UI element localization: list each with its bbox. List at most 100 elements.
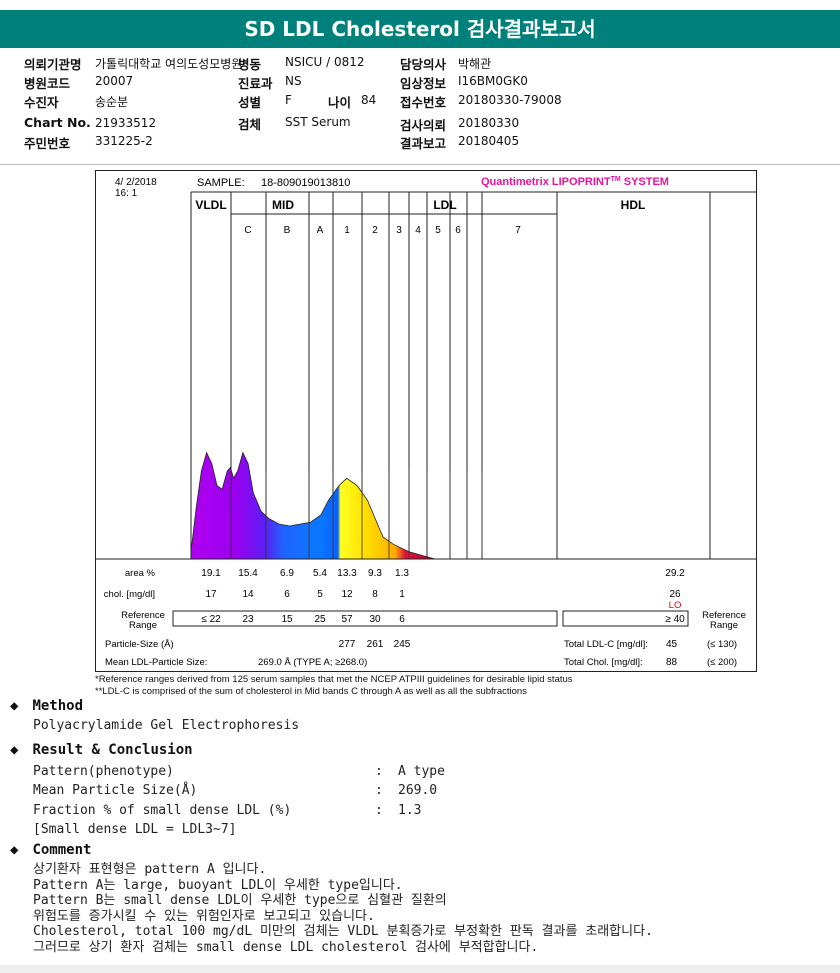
page-bottom-bar xyxy=(0,965,840,973)
result-label: Pattern(phenotype) xyxy=(33,764,174,779)
result-heading: ◆ Result & Conclusion xyxy=(10,742,193,758)
band-label: 5 xyxy=(435,225,441,236)
result-heading-text: Result & Conclusion xyxy=(32,742,193,758)
comment-line: 상기환자 표현형은 pattern A 입니다. xyxy=(33,862,267,877)
sample-label: SAMPLE: xyxy=(197,177,245,189)
mean-ldl-value: 269.0 Å (TYPE A; ≥268.0) xyxy=(258,657,367,668)
chol-value: 12 xyxy=(341,589,353,600)
chol-value: 1 xyxy=(399,589,405,600)
band-label: C xyxy=(244,225,251,236)
band-label: B xyxy=(284,225,291,236)
result-value: 269.0 xyxy=(398,783,438,798)
result-footnote: [Small dense LDL = LDL3~7] xyxy=(33,822,237,837)
band-label: 2 xyxy=(372,225,378,236)
method-text: Polyacrylamide Gel Electrophoresis xyxy=(33,718,300,733)
info-value: F xyxy=(285,93,292,107)
band-label: 4 xyxy=(415,225,421,236)
group-label-mid: MID xyxy=(272,198,294,212)
info-key: 성별 xyxy=(238,95,262,110)
total-chol-value: 88 xyxy=(666,657,678,668)
info-key: 주민번호 xyxy=(24,136,71,151)
chol-value: 17 xyxy=(205,589,217,600)
info-key: 접수번호 xyxy=(400,95,447,110)
mean-ldl-label: Mean LDL-Particle Size: xyxy=(105,657,207,668)
result-colon: : xyxy=(375,764,383,779)
total-ldl-label: Total LDL-C [mg/dl]: xyxy=(564,639,648,650)
band-label: 1 xyxy=(344,225,350,236)
comment-line: Pattern B는 small dense LDL이 우세한 type으로 심… xyxy=(33,893,447,908)
band-label: A xyxy=(317,225,324,236)
info-key: 병동 xyxy=(238,57,262,72)
info-key: 수진자 xyxy=(24,95,59,110)
total-chol-ref: (≤ 200) xyxy=(707,657,737,668)
info-value: SST Serum xyxy=(285,115,351,129)
group-label-ldl: LDL xyxy=(433,198,456,212)
info-key: 의뢰기관명 xyxy=(24,57,82,72)
comment-line: 위험도를 증가시킬 수 있는 위험인자로 보고되고 있습니다. xyxy=(33,909,375,924)
info-key: 병원코드 xyxy=(24,76,71,91)
note-line: **LDL-C is comprised of the sum of chole… xyxy=(95,685,527,697)
diamond-icon: ◆ xyxy=(10,742,19,758)
area-value: 13.3 xyxy=(337,568,357,579)
comment-line: Pattern A는 large, buoyant LDL이 우세한 type입… xyxy=(33,878,403,893)
area-value: 9.3 xyxy=(368,568,382,579)
info-key: 결과보고 xyxy=(400,136,447,151)
chart-notes: *Reference ranges derived from 125 serum… xyxy=(95,674,573,697)
chol-value: 6 xyxy=(284,589,290,600)
ref-range-value: 57 xyxy=(341,614,353,625)
area-value: 15.4 xyxy=(238,568,258,579)
row-label-area: area % xyxy=(125,568,156,579)
diamond-icon: ◆ xyxy=(10,842,19,858)
particle-size-value: 245 xyxy=(394,639,411,650)
ref-range-value: 23 xyxy=(242,614,254,625)
band-label: 3 xyxy=(396,225,402,236)
ref-range-value: 15 xyxy=(281,614,293,625)
ref-range-value: 30 xyxy=(369,614,381,625)
result-value: A type xyxy=(398,764,445,779)
chol-value: 14 xyxy=(242,589,254,600)
total-ldl-value: 45 xyxy=(666,639,678,650)
result-value: 1.3 xyxy=(398,803,422,818)
report-title: SD LDL Cholesterol 검사결과보고서 xyxy=(0,10,840,48)
area-value: 1.3 xyxy=(395,568,409,579)
total-chol-label: Total Chol. [mg/dl]: xyxy=(564,657,643,668)
group-label-hdl: HDL xyxy=(621,198,646,212)
group-label-vldl: VLDL xyxy=(195,198,226,212)
particle-size-value: 261 xyxy=(367,639,384,650)
result-colon: : xyxy=(375,783,383,798)
chol-value: 26 xyxy=(669,589,681,600)
info-value: 21933512 xyxy=(95,116,157,130)
chol-value: 8 xyxy=(372,589,378,600)
area-value: 6.9 xyxy=(280,568,294,579)
chol-value: 5 xyxy=(317,589,323,600)
note-line: *Reference ranges derived from 125 serum… xyxy=(95,674,573,685)
result-colon: : xyxy=(375,803,383,818)
info-value: 박해관 xyxy=(458,57,492,71)
brand-logo: Quantimetrix LIPOPRINTTM SYSTEM xyxy=(481,176,669,188)
info-value: NSICU / 0812 xyxy=(285,55,365,69)
row-label-ref-right: Range xyxy=(710,620,738,631)
band-label: 7 xyxy=(515,225,521,236)
comment-heading-text: Comment xyxy=(32,842,92,858)
band-label: 6 xyxy=(455,225,461,236)
ref-range-value: ≤ 22 xyxy=(201,614,221,625)
comment-heading: ◆ Comment xyxy=(10,842,91,858)
lipoprint-chart: 4/ 2/201816: 1 SAMPLE: 18-809019013810 Quan… xyxy=(95,170,757,672)
info-value: 송순분 xyxy=(95,95,129,109)
age-value: 84 xyxy=(361,93,377,107)
age-key: 나이 xyxy=(328,95,352,110)
patient-info: 의뢰기관명 가톨릭대학교 여의도성모병원 병동 NSICU / 0812 담당의… xyxy=(0,54,840,166)
info-key: 검사의뢰 xyxy=(400,118,447,133)
area-value: 5.4 xyxy=(313,568,327,579)
info-value: 20007 xyxy=(95,74,134,88)
report-time: 16: 1 xyxy=(115,188,138,199)
info-key: 임상정보 xyxy=(400,76,447,91)
comment-line: 그러므로 상기 환자 검체는 small dense LDL cholester… xyxy=(33,940,539,955)
comment-line: Cholesterol, total 100 mg/dL 미만의 검체는 VLD… xyxy=(33,924,653,939)
report-date: 4/ 2/2018 xyxy=(115,177,157,188)
info-key: Chart No. xyxy=(24,115,91,130)
area-value: 29.2 xyxy=(665,568,685,579)
result-label: Mean Particle Size(Å) xyxy=(33,783,198,798)
info-value: 331225-2 xyxy=(95,134,153,148)
total-ldl-ref: (≤ 130) xyxy=(707,639,737,650)
